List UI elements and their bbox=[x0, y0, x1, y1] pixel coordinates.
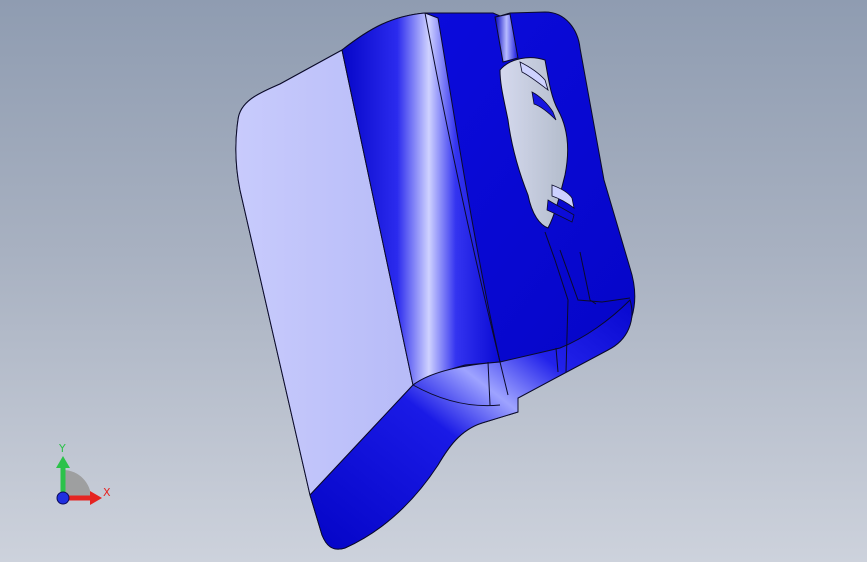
x-axis-label: X bbox=[103, 486, 111, 499]
z-axis-icon bbox=[56, 491, 70, 505]
3d-viewport[interactable]: Y X bbox=[0, 0, 867, 562]
y-axis-label: Y bbox=[59, 442, 66, 455]
model-render[interactable] bbox=[0, 0, 867, 562]
x-axis-arrow-icon bbox=[90, 491, 102, 505]
y-axis-arrow-icon bbox=[56, 456, 70, 468]
axis-triad bbox=[56, 456, 102, 505]
